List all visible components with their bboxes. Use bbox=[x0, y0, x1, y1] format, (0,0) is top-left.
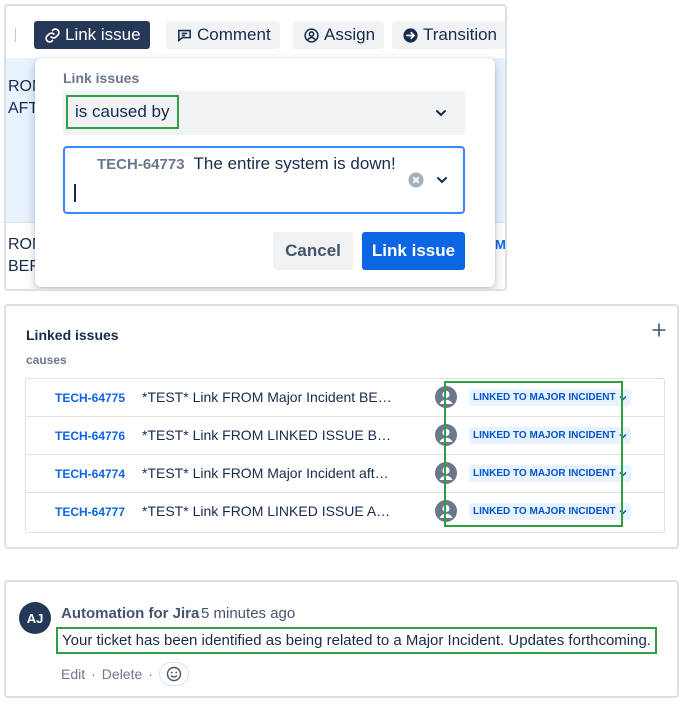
issue-key-link[interactable]: TECH-64774 bbox=[55, 467, 125, 481]
add-reaction-button[interactable] bbox=[158, 662, 189, 686]
issue-summary[interactable]: *TEST* Link FROM Major Incident BEFO... bbox=[142, 389, 394, 405]
text-caret bbox=[74, 184, 76, 202]
section-title: Linked issues bbox=[26, 327, 119, 343]
background-text: AFT bbox=[8, 100, 39, 117]
linked-issues-panel: Linked issues causes TECH-64775 *TEST* L… bbox=[4, 304, 679, 549]
status-highlight-box bbox=[444, 381, 623, 527]
transition-icon bbox=[401, 26, 419, 44]
link-type-value: is caused by bbox=[66, 95, 179, 129]
chevron-down-icon bbox=[436, 110, 446, 117]
comment-body: Your ticket has been identified as being… bbox=[56, 627, 657, 654]
link-issue-label: Link issue bbox=[65, 25, 141, 44]
background-link: M bbox=[495, 237, 506, 252]
assign-button[interactable]: Assign bbox=[293, 21, 385, 49]
edit-link[interactable]: Edit bbox=[61, 666, 85, 682]
comment-timestamp: 5 minutes ago bbox=[201, 605, 296, 622]
issue-key-link[interactable]: TECH-64776 bbox=[55, 429, 125, 443]
comment-actions: Edit · Delete · bbox=[61, 662, 189, 686]
transition-label: Transition bbox=[423, 25, 498, 44]
clear-icon[interactable] bbox=[408, 172, 424, 188]
issue-key-link[interactable]: TECH-64777 bbox=[55, 505, 125, 519]
issue-summary[interactable]: *TEST* Link FROM LINKED ISSUE BEFO... bbox=[142, 427, 394, 443]
comment-panel: AJ Automation for Jira 5 minutes ago You… bbox=[4, 580, 679, 698]
separator-dot: · bbox=[91, 666, 96, 682]
cancel-button[interactable]: Cancel bbox=[273, 232, 353, 270]
comment-label: Comment bbox=[197, 25, 271, 44]
issue-key-link[interactable]: TECH-64775 bbox=[55, 391, 125, 405]
toolbar-divider bbox=[15, 28, 16, 42]
link-icon bbox=[43, 26, 61, 44]
chevron-down-icon[interactable] bbox=[435, 173, 449, 187]
issue-view-panel: Link issue Comment Assign Transition ROM… bbox=[4, 4, 507, 291]
selected-issue-summary: The entire system is down! bbox=[193, 154, 396, 173]
emoji-icon bbox=[166, 666, 182, 682]
selected-issue-key: TECH-64773 bbox=[97, 155, 185, 173]
link-issues-popup: Link issues is caused by TECH-64773 The … bbox=[35, 58, 495, 287]
comment-author: Automation for Jira bbox=[61, 605, 200, 622]
issue-summary[interactable]: *TEST* Link FROM LINKED ISSUE AFTE... bbox=[142, 503, 394, 519]
plus-icon[interactable] bbox=[651, 322, 667, 338]
issue-summary[interactable]: *TEST* Link FROM Major Incident after ..… bbox=[142, 465, 394, 481]
assign-icon bbox=[302, 26, 320, 44]
assign-label: Assign bbox=[324, 25, 376, 44]
selected-issue-chip[interactable]: TECH-64773 The entire system is down! bbox=[97, 154, 396, 174]
issue-search-input[interactable]: TECH-64773 The entire system is down! bbox=[63, 146, 465, 214]
link-type-select[interactable]: is caused by bbox=[63, 91, 465, 135]
comment-icon bbox=[175, 26, 193, 44]
author-avatar: AJ bbox=[19, 602, 51, 634]
separator-dot: · bbox=[148, 666, 153, 682]
popup-title: Link issues bbox=[63, 70, 140, 86]
submit-link-issue-button[interactable]: Link issue bbox=[362, 232, 465, 270]
link-relation-label: causes bbox=[26, 353, 67, 367]
comment-button[interactable]: Comment bbox=[166, 21, 280, 49]
link-issue-button[interactable]: Link issue bbox=[34, 21, 150, 49]
transition-button[interactable]: Transition bbox=[392, 21, 505, 49]
delete-link[interactable]: Delete bbox=[102, 666, 142, 682]
